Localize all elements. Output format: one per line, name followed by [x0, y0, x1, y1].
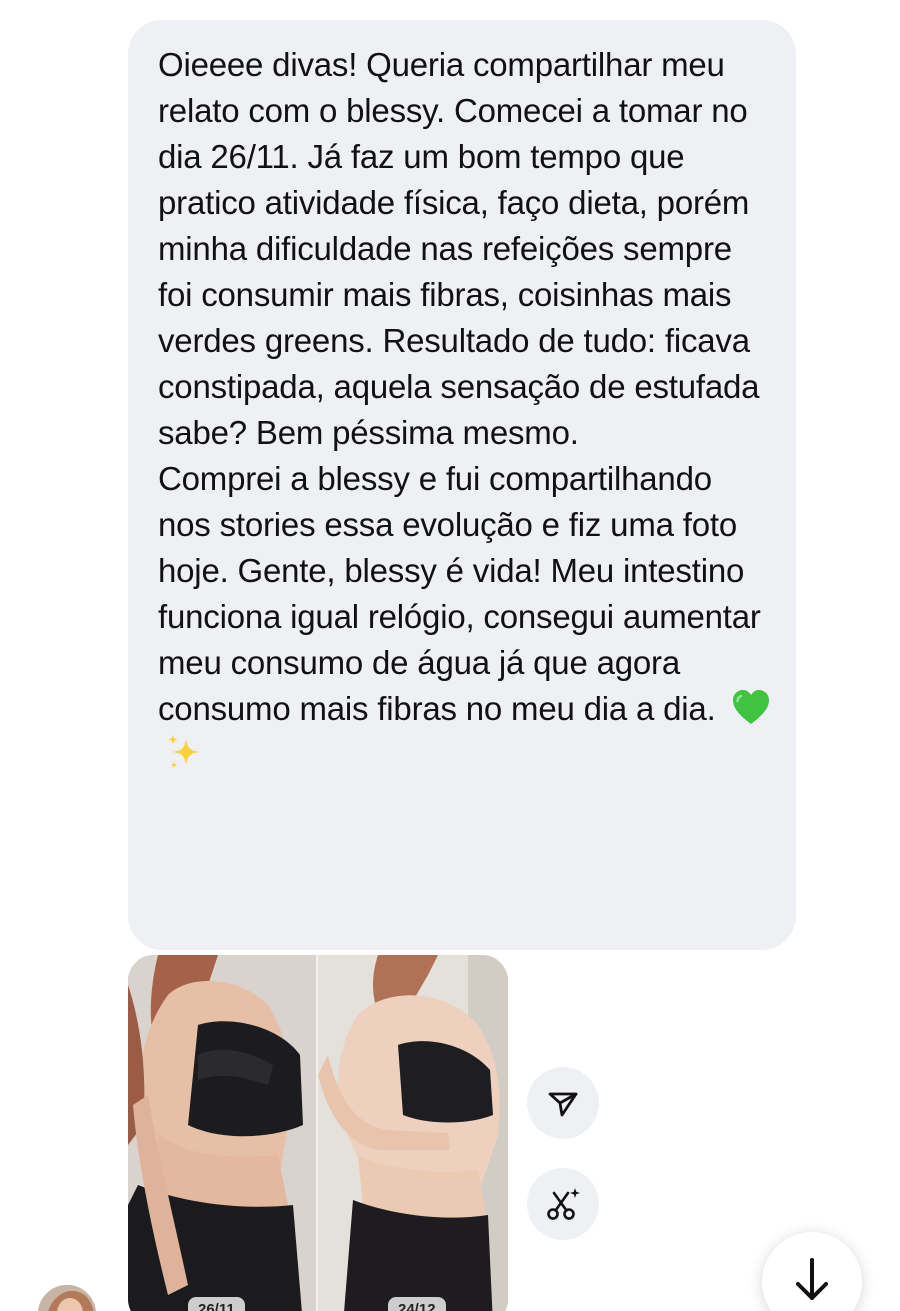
scroll-to-bottom-button[interactable]	[762, 1232, 862, 1311]
sender-avatar[interactable]	[36, 1283, 98, 1311]
after-date-label: 24/12	[388, 1297, 446, 1311]
message-bubble[interactable]: Oieeee divas! Queria compartilhar meu re…	[128, 20, 796, 950]
after-photo-illustration	[318, 955, 508, 1311]
scissors-sparkle-icon	[547, 1188, 580, 1220]
share-button[interactable]	[527, 1067, 599, 1139]
before-date-label: 26/11	[188, 1297, 245, 1311]
before-photo-illustration	[128, 955, 316, 1311]
edit-sticker-button[interactable]	[527, 1168, 599, 1240]
message-paragraph-2: Comprei a blessy e fui compartilhando no…	[158, 460, 761, 727]
avatar-image	[38, 1285, 96, 1311]
arrow-down-icon	[796, 1258, 828, 1300]
green-heart-icon	[732, 690, 769, 724]
paper-plane-icon	[548, 1092, 578, 1117]
before-after-photo[interactable]: 26/11 24/12	[128, 955, 508, 1311]
sparkles-icon	[168, 734, 200, 769]
message-text: Oieeee divas! Queria compartilhar meu re…	[158, 42, 772, 778]
before-photo: 26/11	[128, 955, 316, 1311]
message-paragraph-1: Oieeee divas! Queria compartilhar meu re…	[158, 46, 760, 451]
after-photo: 24/12	[318, 955, 508, 1311]
